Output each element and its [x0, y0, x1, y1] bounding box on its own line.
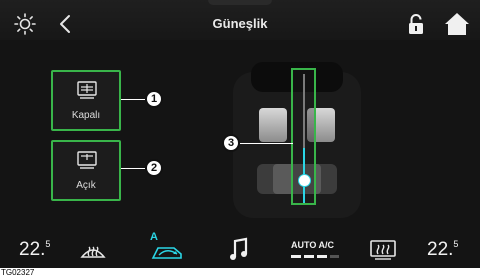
lock-icon[interactable]	[407, 12, 425, 36]
callout-1: 1	[145, 90, 163, 108]
page-title: Güneşlik	[212, 16, 268, 31]
slider-handle[interactable]	[298, 174, 311, 187]
sunshade-open-icon	[77, 151, 97, 169]
right-temperature-decimal: 5	[453, 239, 459, 249]
sunshade-open-button[interactable]: Açık	[51, 140, 121, 201]
front-defrost-icon[interactable]	[80, 239, 106, 261]
left-temperature-decimal: 5	[45, 239, 51, 249]
callout-leader-2	[121, 168, 145, 169]
air-recirculation-button[interactable]: A	[148, 231, 188, 265]
sunshade-closed-button[interactable]: Kapalı	[51, 70, 121, 131]
back-icon[interactable]	[58, 14, 72, 34]
figure-id: TG02327	[1, 268, 35, 277]
right-temperature-main: 22.	[427, 239, 454, 260]
callout-leader-3	[240, 143, 293, 144]
auto-ac-label: AUTO A/C	[291, 240, 335, 250]
climate-bar: 22.5 A AUTO A/C 22.5	[0, 228, 480, 268]
infotainment-screen: Güneşlik Kapalı Açık 1 2 3 22.5 A AUTO A…	[0, 0, 480, 268]
top-pull-handle[interactable]	[208, 0, 272, 5]
left-temperature-main: 22.	[19, 239, 46, 260]
air-recirculation-icon	[151, 247, 182, 259]
music-icon[interactable]	[229, 237, 249, 261]
sunshade-position-slider[interactable]	[291, 68, 316, 205]
home-icon[interactable]	[444, 12, 470, 36]
sunshade-open-label: Açık	[76, 180, 96, 191]
front-left-seat	[259, 108, 287, 142]
brightness-icon[interactable]	[14, 13, 36, 35]
callout-2: 2	[145, 159, 163, 177]
sunshade-closed-icon	[77, 81, 97, 99]
ac-level-bars	[291, 255, 339, 258]
rear-defrost-icon[interactable]	[368, 238, 398, 260]
callout-3: 3	[222, 134, 240, 152]
callout-leader-1	[121, 99, 145, 100]
auto-ac-button[interactable]: AUTO A/C	[291, 236, 341, 262]
left-temperature[interactable]: 22.5	[19, 239, 50, 261]
sunshade-closed-label: Kapalı	[71, 110, 101, 121]
right-temperature[interactable]: 22.5	[427, 239, 458, 261]
